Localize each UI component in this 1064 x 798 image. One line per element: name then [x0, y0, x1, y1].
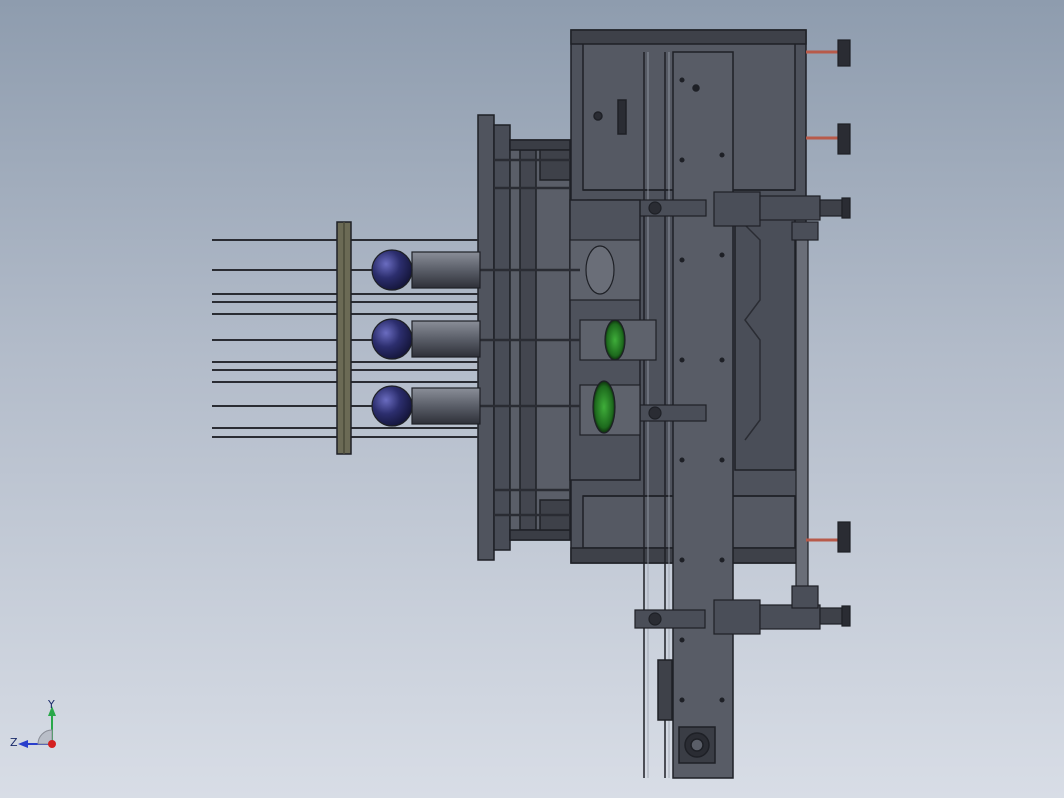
z-axis-arrow — [18, 740, 28, 748]
cad-model-view[interactable] — [0, 0, 1064, 798]
x-axis-origin — [48, 740, 56, 748]
sphere-nozzles — [371, 249, 481, 427]
graphics-viewport[interactable]: Y Z — [0, 0, 1064, 798]
coordinate-triad: Y Z — [10, 698, 56, 749]
y-axis-label: Y — [47, 698, 55, 711]
front-plate — [336, 221, 352, 455]
z-axis-label: Z — [10, 736, 18, 749]
